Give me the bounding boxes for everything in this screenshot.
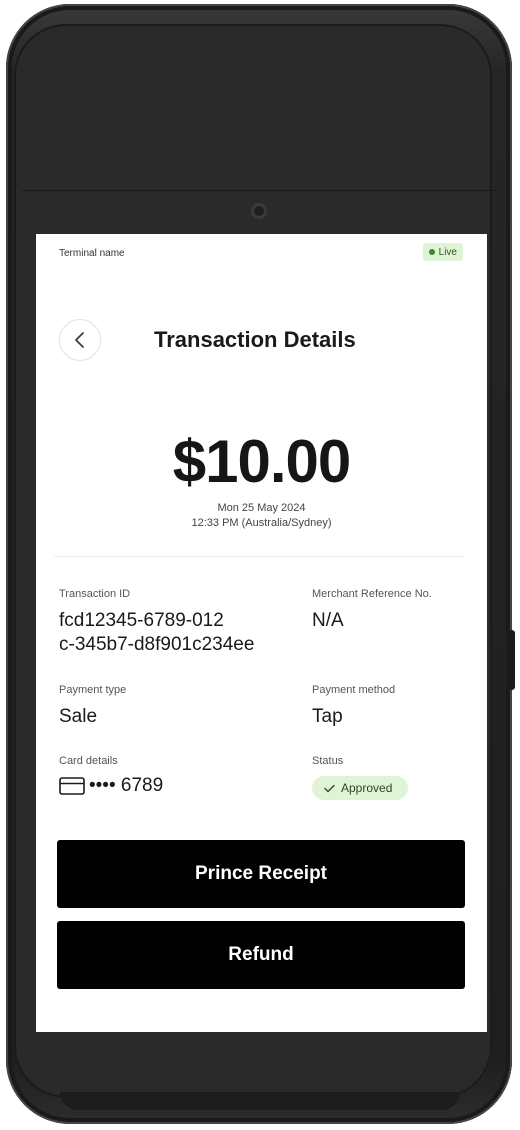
bottom-bezel [60, 1092, 460, 1110]
status-label: Status [312, 755, 344, 767]
back-button[interactable] [59, 319, 101, 361]
status-badge: Approved [312, 776, 409, 800]
payment-method-label: Payment method [312, 684, 396, 696]
bezel-divider [22, 190, 496, 191]
refund-button[interactable]: Refund [57, 921, 465, 989]
status-value: Approved [341, 781, 393, 795]
transaction-amount: $10.00 [172, 428, 352, 495]
credit-card-icon [59, 777, 85, 795]
payment-type-label: Payment type [59, 684, 127, 696]
merchant-ref-label: Merchant Reference No. [312, 588, 432, 600]
transaction-id-label: Transaction ID [59, 588, 131, 600]
chevron-left-icon [75, 332, 84, 348]
transaction-id-line1: fcd12345-6789-012 [59, 610, 224, 631]
terminal-name: Terminal name [59, 248, 125, 259]
side-button [509, 630, 515, 690]
transaction-time: 12:33 PM (Australia/Sydney) [191, 517, 332, 529]
live-badge: Live [422, 243, 463, 261]
merchant-ref-value: N/A [312, 610, 344, 631]
payment-method-value: Tap [312, 706, 343, 727]
transaction-id-line2: c-345b7-d8f901c234ee [59, 634, 255, 655]
print-receipt-button[interactable]: Prince Receipt [57, 840, 465, 908]
dot-icon [428, 249, 435, 255]
card-details-label: Card details [59, 755, 118, 767]
transaction-date: Mon 25 May 2024 [217, 502, 306, 514]
camera-icon [251, 203, 267, 219]
check-icon [324, 784, 335, 792]
card-details: •••• 6789 [59, 775, 163, 797]
payment-type-value: Sale [59, 706, 98, 727]
card-masked-number: •••• 6789 [89, 775, 164, 796]
divider [54, 556, 464, 557]
screen: Terminal name Live Transaction Details $… [36, 234, 487, 1032]
live-label: Live [438, 246, 457, 258]
page-title: Transaction Details [154, 327, 356, 352]
